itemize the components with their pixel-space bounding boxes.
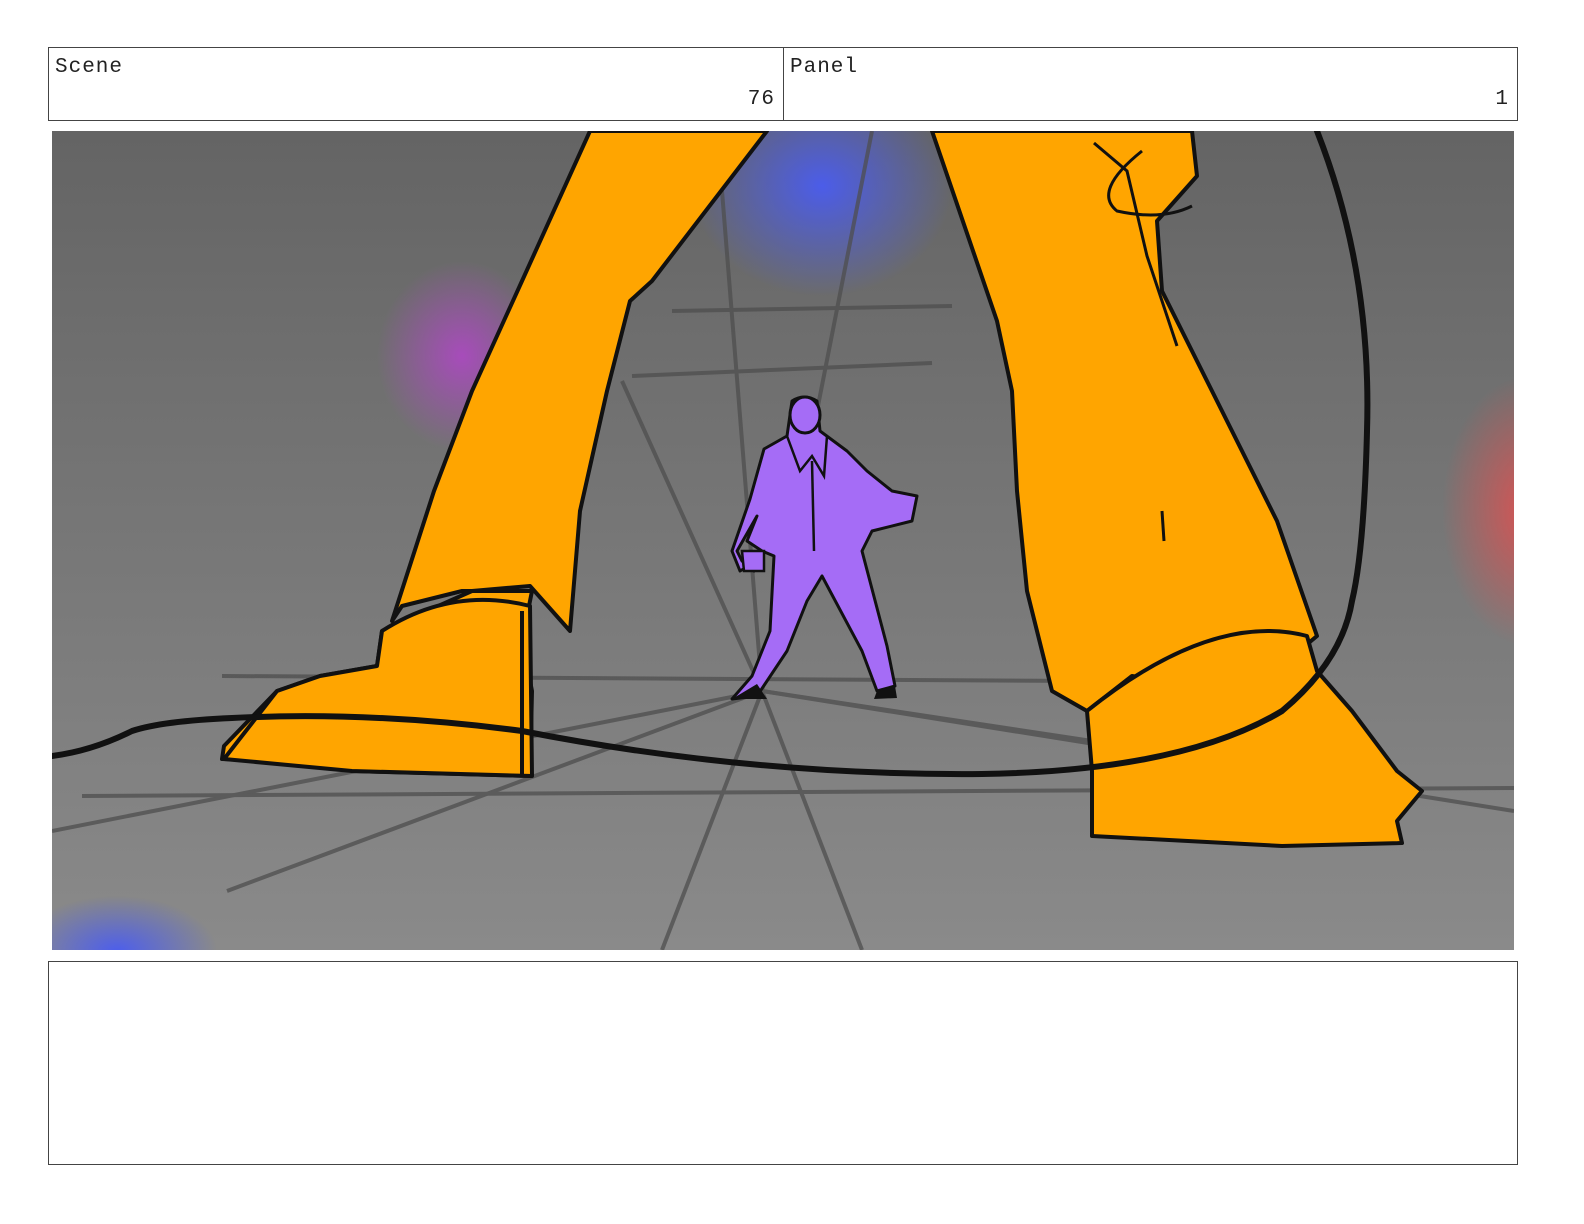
scene-number: 76 xyxy=(747,88,775,111)
figure-left-hand xyxy=(740,549,766,573)
panel-label: Panel xyxy=(790,56,859,79)
scene-panel-header: Scene 76 Panel 1 xyxy=(48,47,1518,121)
scene-label: Scene xyxy=(55,56,124,79)
storyboard-frame xyxy=(52,131,1514,950)
figure-head xyxy=(788,395,822,435)
panel-number: 1 xyxy=(1495,88,1509,111)
frame-drawing xyxy=(52,131,1514,950)
panel-cell: Panel 1 xyxy=(784,48,1517,120)
notes-box[interactable] xyxy=(48,961,1518,1165)
right-leg-tick xyxy=(1160,510,1166,542)
scene-cell: Scene 76 xyxy=(49,48,784,120)
